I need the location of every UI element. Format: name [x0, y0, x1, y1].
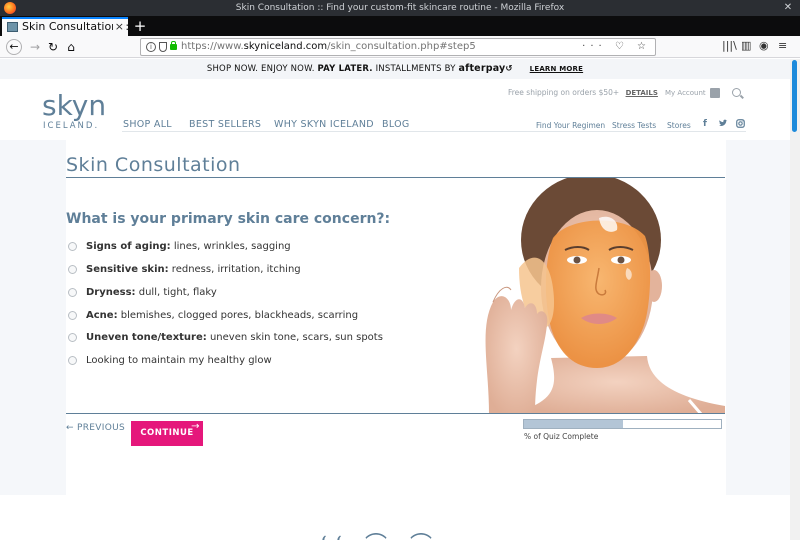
option-desc: dull, tight, flaky: [135, 287, 217, 298]
tab-close-icon[interactable]: ×: [112, 19, 124, 35]
arrow-left-icon: ←: [66, 423, 74, 433]
url-actions-icons[interactable]: ··· ♡ ☆: [582, 39, 651, 55]
bag-icon[interactable]: [710, 88, 720, 98]
window-titlebar: Skin Consultation :: Find your custom-fi…: [0, 0, 800, 16]
option-desc: blemishes, clogged pores, blackheads, sc…: [117, 310, 359, 321]
quiz-progress-label: % of Quiz Complete: [524, 432, 599, 441]
subnav-stores[interactable]: Stores: [667, 121, 691, 130]
firefox-logo-icon: [4, 2, 16, 14]
instagram-icon[interactable]: [736, 119, 745, 128]
subnav-find-your-regimen[interactable]: Find Your Regimen: [536, 121, 605, 130]
radio-button[interactable]: [68, 288, 77, 297]
menu-icon[interactable]: ≡: [778, 39, 787, 52]
afterpay-arrow-icon: ↺: [505, 64, 513, 74]
option-label: Dryness:: [86, 287, 136, 298]
radio-button[interactable]: [68, 265, 77, 274]
tracking-shield-icon[interactable]: [159, 42, 167, 52]
radio-button[interactable]: [68, 333, 77, 342]
url-scheme: https://www.: [181, 41, 244, 52]
option-text: Signs of aging: lines, wrinkles, sagging: [86, 241, 291, 252]
header-divider: [122, 131, 746, 132]
search-icon[interactable]: [732, 88, 741, 97]
web-page: SHOP NOW. ENJOY NOW. PAY LATER. INSTALLM…: [0, 59, 790, 540]
facebook-icon[interactable]: f: [703, 119, 707, 129]
nav-why-skyn-iceland[interactable]: WHY SKYN ICELAND: [274, 119, 374, 130]
navigation-toolbar: ← → ↻ ⌂ i https://www.skyniceland.com/sk…: [0, 36, 800, 58]
new-tab-button[interactable]: +: [132, 17, 148, 35]
free-shipping-notice: Free shipping on orders $50+ DETAILS: [508, 88, 658, 97]
skyn-logo[interactable]: skyn: [42, 89, 106, 122]
previous-label: PREVIOUS: [77, 423, 125, 433]
lock-icon: [170, 41, 177, 50]
learn-more-link[interactable]: LEARN MORE: [530, 65, 583, 73]
option-desc: uneven skin tone, scars, sun spots: [206, 332, 383, 343]
option-label: Sensitive skin:: [86, 264, 169, 275]
url-bar[interactable]: i https://www.skyniceland.com/skin_consu…: [140, 38, 656, 56]
tab-strip: Skin Consultation :: F × +: [0, 16, 800, 36]
option-text: Uneven tone/texture: uneven skin tone, s…: [86, 332, 383, 343]
option-text: Looking to maintain my healthy glow: [86, 355, 272, 366]
promo-text-2: PAY LATER.: [317, 64, 373, 74]
iceland-logo-text[interactable]: ICELAND.: [43, 121, 99, 131]
question-heading: What is your primary skin care concern?:: [66, 211, 391, 227]
quiz-progress-fill: [524, 420, 623, 428]
afterpay-logo: afterpay: [458, 63, 506, 74]
promo-text-1: SHOP NOW. ENJOY NOW.: [206, 64, 318, 74]
twitter-icon[interactable]: [718, 119, 728, 128]
my-account-link[interactable]: My Account: [665, 89, 706, 97]
option-text: Acne: blemishes, clogged pores, blackhea…: [86, 310, 358, 321]
continue-label: CONTINUE: [140, 428, 194, 438]
back-button[interactable]: ←: [6, 39, 22, 55]
previous-link[interactable]: ← PREVIOUS: [66, 423, 125, 433]
nav-best-sellers[interactable]: BEST SELLERS: [189, 119, 261, 130]
option-text: Sensitive skin: redness, irritation, itc…: [86, 264, 301, 275]
site-info-icon[interactable]: i: [146, 42, 156, 52]
nav-blog[interactable]: BLOG: [382, 119, 410, 130]
continue-button[interactable]: CONTINUE →: [131, 421, 203, 446]
window-close-icon[interactable]: ✕: [782, 2, 794, 14]
option-label: Signs of aging:: [86, 241, 171, 252]
radio-button[interactable]: [68, 356, 77, 365]
library-icon[interactable]: |||\: [722, 39, 737, 52]
radio-button[interactable]: [68, 242, 77, 251]
details-link[interactable]: DETAILS: [626, 89, 658, 97]
option-label: Uneven tone/texture:: [86, 332, 207, 343]
afterpay-promo-banner[interactable]: SHOP NOW. ENJOY NOW. PAY LATER. INSTALLM…: [0, 59, 790, 79]
promo-text-3: INSTALLMENTS BY: [372, 64, 459, 74]
free-shipping-text: Free shipping on orders $50+: [508, 88, 620, 97]
footer-script-decoration: ‘‘ ⌒ ⌒: [320, 527, 440, 540]
reload-button[interactable]: ↻: [44, 38, 62, 56]
scrollbar-thumb[interactable]: [792, 60, 797, 132]
page-scrollbar[interactable]: [790, 59, 800, 540]
tab-skin-consultation[interactable]: Skin Consultation :: F ×: [2, 17, 128, 36]
url-path: /skin_consultation.php#step5: [327, 41, 476, 52]
home-button[interactable]: ⌂: [62, 38, 80, 56]
option-label: Acne:: [86, 310, 118, 321]
subnav-stress-tests[interactable]: Stress Tests: [612, 121, 656, 130]
bottom-divider: [66, 413, 725, 414]
option-text: Dryness: dull, tight, flaky: [86, 287, 217, 298]
radio-button[interactable]: [68, 311, 77, 320]
sidebar-icon[interactable]: ▥: [741, 39, 751, 52]
option-desc: redness, irritation, itching: [168, 264, 301, 275]
option-desc: lines, wrinkles, sagging: [170, 241, 291, 252]
site-favicon-icon: [7, 22, 18, 32]
window-title: Skin Consultation :: Find your custom-fi…: [235, 3, 565, 13]
arrow-right-icon: →: [191, 421, 200, 432]
page-title: Skin Consultation: [66, 154, 241, 176]
quiz-progress-bar: [523, 419, 722, 429]
forward-button[interactable]: →: [26, 38, 44, 56]
woman-face-mask-photo: [449, 178, 725, 414]
url-host: skyniceland.com: [243, 41, 328, 52]
nav-shop-all[interactable]: SHOP ALL: [123, 119, 172, 130]
account-icon[interactable]: ◉: [759, 39, 769, 52]
option-desc: Looking to maintain my healthy glow: [86, 355, 272, 366]
